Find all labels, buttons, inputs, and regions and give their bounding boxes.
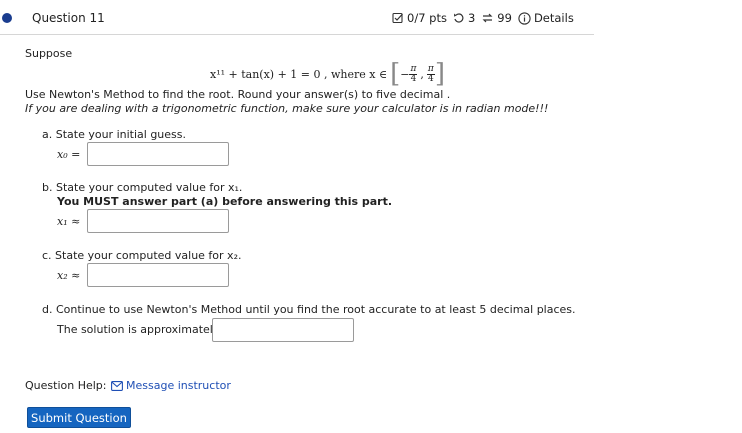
envelope-icon bbox=[111, 380, 123, 391]
interval-comma: , bbox=[420, 67, 424, 81]
x2-input[interactable] bbox=[87, 263, 229, 287]
question-title: Question 11 bbox=[32, 11, 105, 25]
equation-text: x¹¹ + tan(x) + 1 = 0 , where x ∈ bbox=[210, 67, 388, 81]
details-button[interactable]: Details bbox=[518, 11, 574, 25]
interval-lower-num: π bbox=[409, 63, 418, 75]
retry-icon bbox=[453, 13, 464, 23]
submit-question-button[interactable]: Submit Question bbox=[27, 407, 131, 428]
message-instructor-label: Message instructor bbox=[126, 379, 231, 392]
interval-neg-sign: − bbox=[400, 67, 410, 81]
part-c-text: c. State your computed value for x₂. bbox=[42, 249, 242, 262]
interval-open-bracket: [ bbox=[390, 59, 401, 89]
instruction-text: Use Newton's Method to find the root. Ro… bbox=[25, 88, 451, 101]
points-text: 0/7 pts bbox=[407, 11, 447, 25]
part-b-label: x₁ ≈ bbox=[57, 215, 81, 228]
interval-lower: π 4 bbox=[409, 63, 418, 84]
interval-upper-den: 4 bbox=[428, 73, 434, 84]
radian-note: If you are dealing with a trigonometric … bbox=[25, 102, 549, 115]
part-a-label: x₀ = bbox=[57, 148, 81, 161]
message-instructor-link[interactable]: Message instructor bbox=[111, 379, 231, 392]
attempts-group: 99 bbox=[481, 11, 512, 25]
retries-group: 3 bbox=[453, 11, 475, 25]
checkbox-pencil-icon bbox=[392, 12, 403, 24]
part-b-text: b. State your computed value for x₁. bbox=[42, 181, 243, 194]
interval-close-bracket: ] bbox=[434, 59, 445, 89]
status-dot bbox=[2, 13, 12, 23]
interval-upper: π 4 bbox=[426, 63, 435, 84]
equation: x¹¹ + tan(x) + 1 = 0 , where x ∈ [ − π 4… bbox=[210, 61, 445, 87]
x0-input[interactable] bbox=[87, 142, 229, 166]
interval-upper-num: π bbox=[426, 63, 435, 75]
suppose-text: Suppose bbox=[25, 47, 73, 60]
solution-input[interactable] bbox=[212, 318, 354, 342]
points-group: 0/7 pts bbox=[392, 11, 447, 25]
attempts-icon bbox=[482, 13, 493, 23]
part-d-label: The solution is approximately bbox=[57, 323, 220, 336]
retries-count: 3 bbox=[467, 11, 476, 25]
question-help-label: Question Help: bbox=[25, 379, 107, 392]
info-icon bbox=[518, 11, 531, 25]
part-b-warning: You MUST answer part (a) before answerin… bbox=[57, 195, 393, 208]
question-meta: 0/7 pts 3 99 Details bbox=[392, 11, 574, 25]
details-label: Details bbox=[533, 11, 574, 25]
x1-input[interactable] bbox=[87, 209, 229, 233]
part-c-label: x₂ ≈ bbox=[57, 269, 81, 282]
attempts-count: 99 bbox=[497, 11, 512, 25]
part-d-text: d. Continue to use Newton's Method until… bbox=[42, 303, 576, 316]
part-a-text: a. State your initial guess. bbox=[42, 128, 187, 141]
interval-lower-den: 4 bbox=[410, 73, 417, 84]
